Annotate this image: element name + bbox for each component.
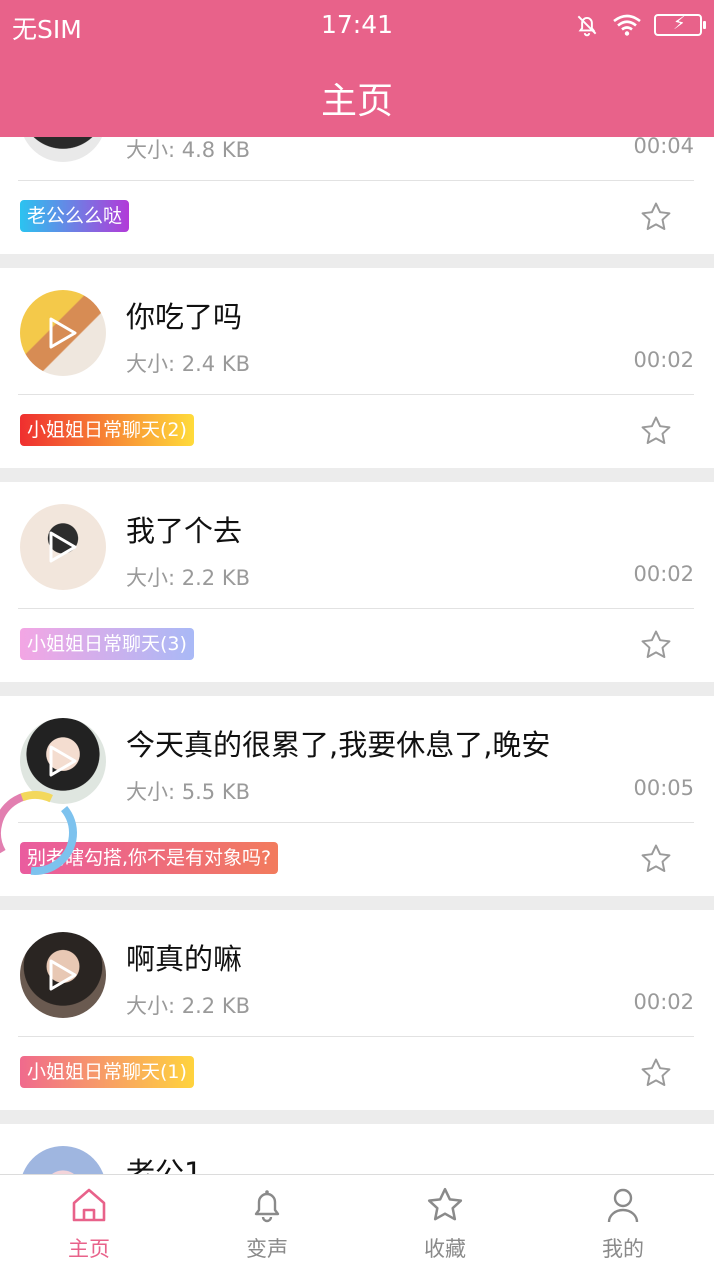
avatar[interactable]	[20, 290, 106, 376]
avatar[interactable]	[20, 1146, 106, 1174]
item-title: 啊真的嘛	[126, 942, 243, 976]
item-size: 大小: 2.2 KB	[126, 994, 251, 1018]
favorite-star-icon[interactable]	[638, 628, 674, 662]
list-item[interactable]: 你吃了吗 大小: 2.4 KB 00:02 小姐姐日常聊天(2)	[0, 268, 714, 468]
item-duration: 00:04	[633, 134, 694, 158]
tab-voice-change[interactable]: 变声	[178, 1175, 356, 1274]
item-duration: 00:02	[633, 990, 694, 1014]
bottom-tab-bar: 主页 变声 收藏 我的	[0, 1174, 714, 1274]
avatar[interactable]	[20, 504, 106, 590]
item-title: 老公1	[126, 1156, 203, 1174]
star-icon	[427, 1187, 463, 1221]
category-tag[interactable]: 小姐姐日常聊天(2)	[20, 414, 194, 446]
item-title: 我了个去	[126, 514, 243, 548]
wifi-icon	[613, 14, 641, 36]
divider	[18, 394, 694, 395]
item-size: 大小: 2.2 KB	[126, 566, 251, 590]
item-size: 大小: 4.8 KB	[126, 138, 251, 162]
status-bar: 无SIM 17:41 ⚡	[0, 0, 714, 52]
user-icon	[607, 1188, 639, 1223]
favorite-star-icon[interactable]	[638, 414, 674, 448]
tab-label: 我的	[602, 1237, 644, 1261]
tab-label: 主页	[68, 1237, 110, 1261]
favorite-star-icon[interactable]	[638, 200, 674, 234]
divider	[18, 608, 694, 609]
play-icon	[49, 745, 77, 777]
bell-icon	[254, 1190, 280, 1223]
voice-list[interactable]: 大小: 4.8 KB 00:04 老公么么哒 你吃了吗 大小: 2.4 KB 0…	[0, 0, 714, 1174]
play-icon	[49, 531, 77, 563]
item-duration: 00:02	[633, 562, 694, 586]
tab-profile[interactable]: 我的	[534, 1175, 712, 1274]
divider	[18, 180, 694, 181]
divider	[18, 1036, 694, 1037]
loading-spinner-icon	[0, 791, 77, 875]
item-title: 你吃了吗	[126, 300, 243, 334]
battery-icon: ⚡	[654, 13, 706, 36]
home-icon	[72, 1188, 106, 1222]
tab-home[interactable]: 主页	[0, 1175, 178, 1274]
item-duration: 00:02	[633, 348, 694, 372]
tab-label: 收藏	[424, 1237, 466, 1261]
list-item[interactable]: 我了个去 大小: 2.2 KB 00:02 小姐姐日常聊天(3)	[0, 482, 714, 682]
list-item[interactable]: 今天真的很累了,我要休息了,晚安 大小: 5.5 KB 00:05 别老瞎勾搭,…	[0, 696, 714, 896]
item-duration: 00:05	[633, 776, 694, 800]
bell-mute-icon	[577, 15, 597, 37]
tab-label: 变声	[246, 1237, 288, 1261]
avatar[interactable]	[20, 932, 106, 1018]
page-title: 主页	[320, 81, 393, 122]
category-tag[interactable]: 小姐姐日常聊天(1)	[20, 1056, 194, 1088]
favorite-star-icon[interactable]	[638, 842, 674, 876]
category-tag[interactable]: 老公么么哒	[20, 200, 130, 232]
favorite-star-icon[interactable]	[638, 1056, 674, 1090]
item-size: 大小: 5.5 KB	[126, 780, 251, 804]
play-icon	[49, 317, 77, 349]
category-tag[interactable]: 小姐姐日常聊天(3)	[20, 628, 194, 660]
status-icons: ⚡	[574, 12, 706, 38]
play-icon	[49, 959, 77, 991]
item-title: 今天真的很累了,我要休息了,晚安	[126, 728, 551, 762]
app-header: 无SIM 17:41 ⚡ 主页	[0, 0, 714, 137]
tab-favorites[interactable]: 收藏	[356, 1175, 534, 1274]
item-size: 大小: 2.4 KB	[126, 352, 251, 376]
divider	[18, 822, 694, 823]
list-item[interactable]: 老公1	[0, 1124, 714, 1174]
list-item[interactable]: 啊真的嘛 大小: 2.2 KB 00:02 小姐姐日常聊天(1)	[0, 910, 714, 1110]
